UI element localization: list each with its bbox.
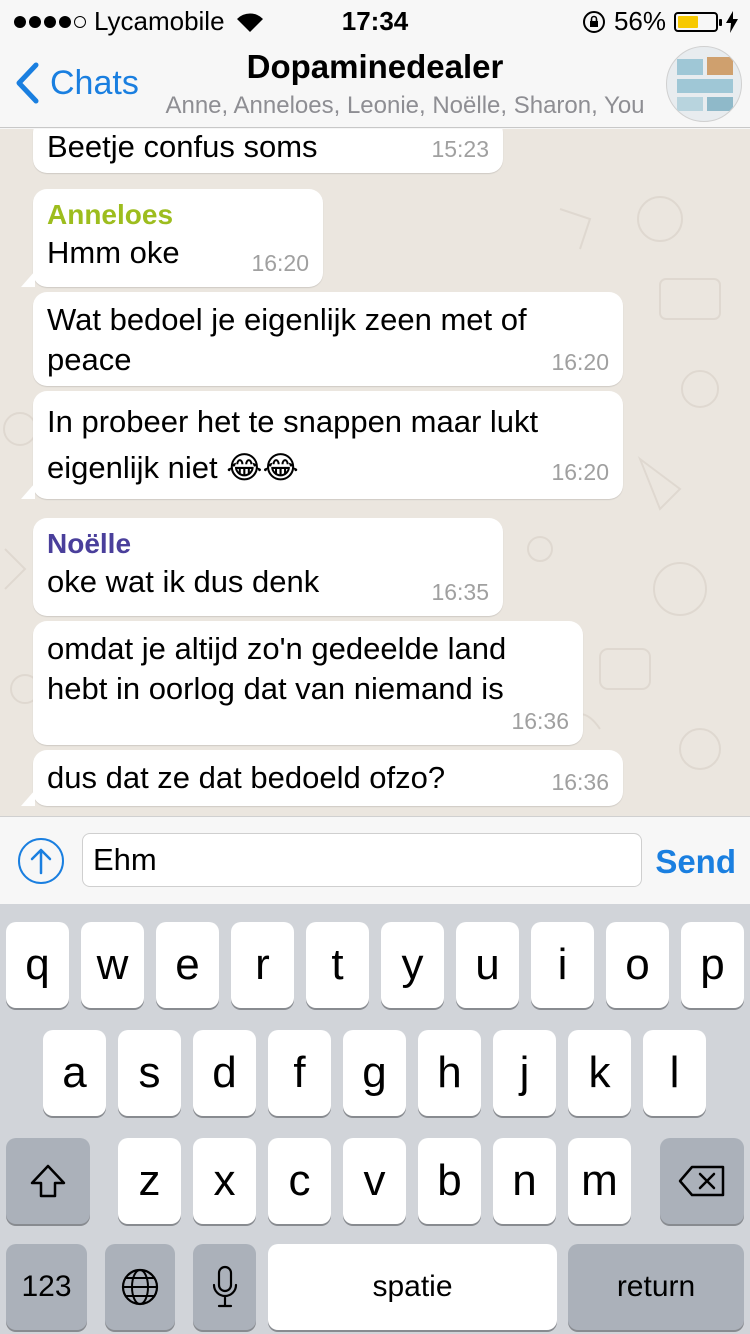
key-m[interactable]: m (568, 1138, 631, 1224)
message-text: oke wat ik dus denk (47, 564, 320, 599)
key-t[interactable]: t (306, 922, 369, 1008)
backspace-key[interactable] (660, 1138, 744, 1224)
message-time: 16:20 (551, 459, 609, 485)
message-input[interactable] (82, 833, 642, 887)
key-l[interactable]: l (643, 1030, 706, 1116)
numbers-key[interactable]: 123 (6, 1244, 87, 1330)
key-x[interactable]: x (193, 1138, 256, 1224)
space-key[interactable]: spatie (268, 1244, 557, 1330)
orientation-lock-icon (582, 10, 605, 33)
group-name[interactable]: Dopaminedealer (120, 48, 630, 86)
arrow-up-icon (30, 848, 52, 875)
chevron-left-icon (16, 62, 39, 104)
key-u[interactable]: u (456, 922, 519, 1008)
compose-bar: Send (0, 816, 750, 904)
key-p[interactable]: p (681, 922, 744, 1008)
charging-bolt-icon (726, 10, 738, 33)
key-q[interactable]: q (6, 922, 69, 1008)
key-s[interactable]: s (118, 1030, 181, 1116)
message-bubble[interactable]: Beetje confus soms 15:23 (33, 129, 503, 173)
group-avatar[interactable] (666, 46, 742, 122)
message-bubble[interactable]: Noëlle oke wat ik dus denk 16:35 (33, 518, 503, 616)
message-bubble[interactable]: dus dat ze dat bedoeld ofzo? 16:36 (21, 750, 623, 806)
microphone-icon (212, 1265, 237, 1308)
key-w[interactable]: w (81, 922, 144, 1008)
message-bubble[interactable]: Anneloes Hmm oke 16:20 (21, 189, 323, 287)
message-text: Beetje confus soms (47, 129, 318, 164)
key-v[interactable]: v (343, 1138, 406, 1224)
message-time: 16:36 (551, 769, 609, 795)
battery-percentage: 56% (613, 6, 666, 36)
status-bar: Lycamobile 17:34 56% (0, 0, 750, 40)
key-k[interactable]: k (568, 1030, 631, 1116)
key-j[interactable]: j (493, 1030, 556, 1116)
key-d[interactable]: d (193, 1030, 256, 1116)
message-bubble[interactable]: In probeer het te snappen maar lukt eige… (21, 391, 623, 499)
key-o[interactable]: o (606, 922, 669, 1008)
message-sender[interactable]: Noëlle (47, 526, 489, 562)
message-sender[interactable]: Anneloes (47, 197, 309, 233)
attach-button[interactable] (18, 838, 64, 884)
message-time: 15:23 (431, 136, 489, 162)
globe-key[interactable] (105, 1244, 175, 1330)
key-r[interactable]: r (231, 922, 294, 1008)
message-text: omdat je altijd zo'n gedeelde land hebt … (47, 631, 507, 706)
return-key[interactable]: return (568, 1244, 744, 1330)
send-button[interactable]: Send (655, 843, 736, 881)
key-f[interactable]: f (268, 1030, 331, 1116)
chat-header: Chats Dopaminedealer Anne, Anneloes, Leo… (0, 40, 750, 128)
backspace-icon (678, 1165, 725, 1197)
key-n[interactable]: n (493, 1138, 556, 1224)
shift-arrow-icon (30, 1164, 66, 1198)
key-c[interactable]: c (268, 1138, 331, 1224)
message-time: 16:20 (551, 349, 609, 375)
key-a[interactable]: a (43, 1030, 106, 1116)
globe-icon (121, 1268, 159, 1306)
message-list[interactable]: Beetje confus soms 15:23 Anneloes Hmm ok… (0, 129, 750, 816)
key-z[interactable]: z (118, 1138, 181, 1224)
shift-key[interactable] (6, 1138, 90, 1224)
key-y[interactable]: y (381, 922, 444, 1008)
key-b[interactable]: b (418, 1138, 481, 1224)
battery-icon (674, 11, 722, 32)
message-time: 16:35 (431, 579, 489, 605)
message-text: dus dat ze dat bedoeld ofzo? (47, 760, 446, 795)
dictation-key[interactable] (193, 1244, 256, 1330)
key-h[interactable]: h (418, 1030, 481, 1116)
message-time: 16:36 (511, 708, 569, 734)
keyboard: q w e r t y u i o p a s d f g h j k l z … (0, 904, 750, 1334)
message-text: Wat bedoel je eigenlijk zeen met of peac… (47, 302, 527, 377)
message-bubble[interactable]: Wat bedoel je eigenlijk zeen met of peac… (33, 292, 623, 386)
message-text: In probeer het te snappen maar lukt eige… (47, 404, 539, 485)
key-i[interactable]: i (531, 922, 594, 1008)
group-participants[interactable]: Anne, Anneloes, Leonie, Noëlle, Sharon, … (150, 92, 660, 120)
key-e[interactable]: e (156, 922, 219, 1008)
battery-level (678, 15, 699, 28)
message-bubble[interactable]: omdat je altijd zo'n gedeelde land hebt … (33, 621, 583, 745)
message-time: 16:20 (251, 250, 309, 276)
key-g[interactable]: g (343, 1030, 406, 1116)
